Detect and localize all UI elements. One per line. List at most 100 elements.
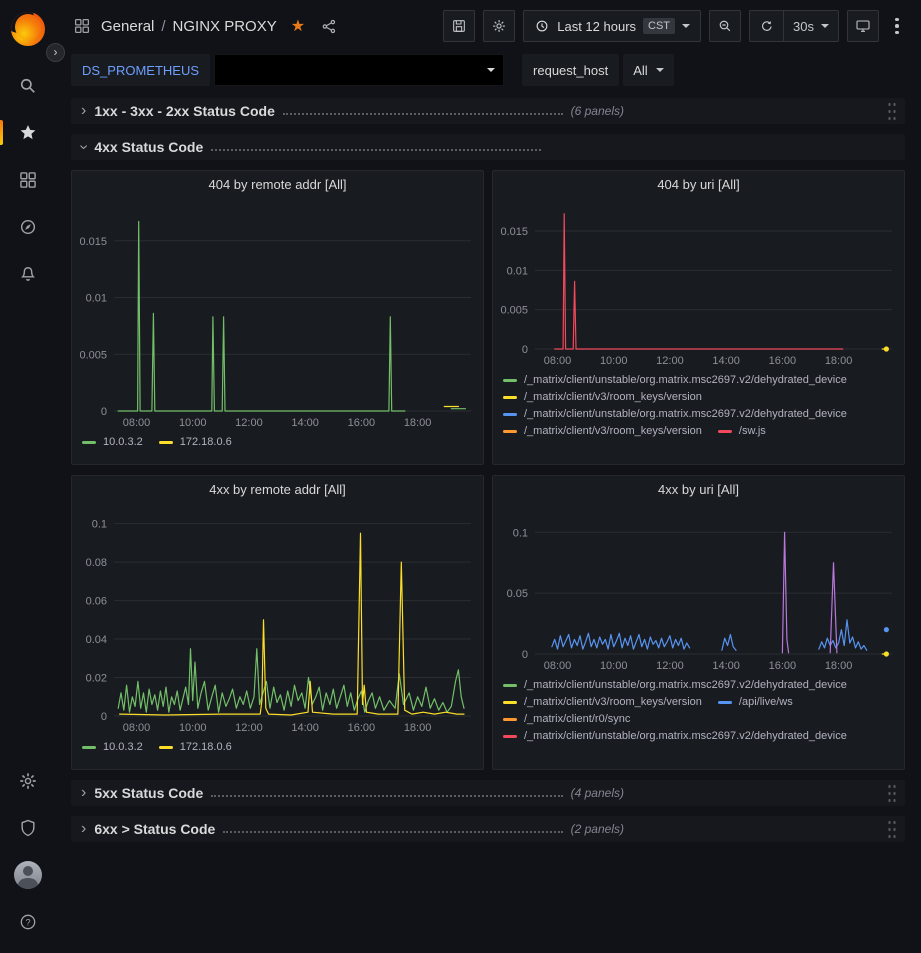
sidebar-item-search[interactable] <box>0 62 55 109</box>
legend-label: /api/live/ws <box>739 696 793 708</box>
legend-item[interactable]: /_matrix/client/unstable/org.matrix.msc2… <box>503 679 847 691</box>
request-host-variable-select[interactable]: All <box>623 54 673 86</box>
breadcrumb-section[interactable]: General <box>101 18 154 35</box>
legend-item[interactable]: /sw.js <box>718 425 766 437</box>
request-host-variable-label: request_host <box>522 54 619 86</box>
gear-icon <box>491 18 507 34</box>
sidebar-item-explore[interactable] <box>0 203 55 250</box>
legend-item[interactable]: 10.0.3.2 <box>82 436 143 448</box>
time-range-picker[interactable]: Last 12 hours CST <box>523 10 701 42</box>
svg-text:0.06: 0.06 <box>86 596 107 608</box>
panel-title[interactable]: 4xx by remote addr [All] <box>72 476 483 504</box>
svg-text:10:00: 10:00 <box>179 722 207 734</box>
kebab-menu-icon[interactable] <box>887 10 907 42</box>
legend-item[interactable]: 10.0.3.2 <box>82 741 143 753</box>
sidebar-item-profile[interactable] <box>0 851 55 898</box>
legend-item[interactable]: /_matrix/client/unstable/org.matrix.msc2… <box>503 730 847 742</box>
legend-label: /_matrix/client/unstable/org.matrix.msc2… <box>524 374 847 386</box>
dashboard-settings-button[interactable] <box>483 10 515 42</box>
panel-title[interactable]: 404 by uri [All] <box>493 171 904 199</box>
dashboard-grid-icon[interactable] <box>73 17 91 35</box>
chart-canvas[interactable]: 00.0050.010.01508:0010:0012:0014:0016:00… <box>493 199 904 369</box>
svg-text:0: 0 <box>522 344 528 356</box>
chart-area[interactable]: 00.050.108:0010:0012:0014:0016:0018:00 <box>493 504 904 674</box>
gear-icon <box>18 771 38 791</box>
svg-text:08:00: 08:00 <box>544 355 572 367</box>
legend-swatch-icon <box>159 746 173 749</box>
row-title: 6xx > Status Code <box>94 821 215 837</box>
svg-text:12:00: 12:00 <box>235 417 263 429</box>
panel-title[interactable]: 4xx by uri [All] <box>493 476 904 504</box>
chart-area[interactable]: 00.0050.010.01508:0010:0012:0014:0016:00… <box>493 199 904 369</box>
legend-item[interactable]: 172.18.0.6 <box>159 741 232 753</box>
sidebar-item-configuration[interactable] <box>0 757 55 804</box>
legend-label: 10.0.3.2 <box>103 741 143 753</box>
zoom-out-button[interactable] <box>709 10 741 42</box>
legend-label: /_matrix/client/unstable/org.matrix.msc2… <box>524 679 847 691</box>
chart-canvas[interactable]: 00.050.108:0010:0012:0014:0016:0018:00 <box>493 504 904 674</box>
row-drag-handle[interactable] <box>887 101 897 122</box>
grafana-logo-icon[interactable] <box>11 12 45 46</box>
legend-item[interactable]: 172.18.0.6 <box>159 436 232 448</box>
chevron-right-icon <box>81 821 86 837</box>
legend-swatch-icon <box>718 701 732 704</box>
svg-text:14:00: 14:00 <box>291 722 319 734</box>
legend-swatch-icon <box>503 396 517 399</box>
svg-text:08:00: 08:00 <box>123 722 151 734</box>
row-title: 5xx Status Code <box>94 785 203 801</box>
sidebar-item-help[interactable]: ? <box>0 898 55 945</box>
legend-item[interactable]: /_matrix/client/unstable/org.matrix.msc2… <box>503 374 847 386</box>
sidebar-collapse-button[interactable] <box>46 43 65 62</box>
save-dashboard-button[interactable] <box>443 10 475 42</box>
dotted-leader <box>223 831 562 833</box>
save-icon <box>451 18 467 34</box>
row-header-6xx[interactable]: 6xx > Status Code (2 panels) <box>71 816 905 842</box>
svg-text:10:00: 10:00 <box>179 417 207 429</box>
legend-item[interactable]: /_matrix/client/v3/room_keys/version <box>503 696 702 708</box>
svg-text:0.015: 0.015 <box>79 236 107 248</box>
chart-area[interactable]: 00.0050.010.01508:0010:0012:0014:0016:00… <box>72 199 483 431</box>
legend-item[interactable]: /_matrix/client/v3/room_keys/version <box>503 425 702 437</box>
row-header-5xx[interactable]: 5xx Status Code (4 panels) <box>71 780 905 806</box>
svg-text:12:00: 12:00 <box>235 722 263 734</box>
favorite-star-icon[interactable]: ★ <box>291 16 305 36</box>
breadcrumb: General / NGINX PROXY <box>101 18 277 35</box>
svg-text:08:00: 08:00 <box>123 417 151 429</box>
sidebar-item-starred[interactable] <box>0 109 55 156</box>
share-icon[interactable] <box>321 18 338 35</box>
top-navbar: General / NGINX PROXY ★ Last 12 hours CS… <box>55 0 921 52</box>
panel-404-by-uri: 404 by uri [All] 00.0050.010.01508:0010:… <box>492 170 905 465</box>
sidebar-item-dashboards[interactable] <box>0 156 55 203</box>
legend-swatch-icon <box>503 718 517 721</box>
chart-canvas[interactable]: 00.020.040.060.080.108:0010:0012:0014:00… <box>72 504 483 736</box>
legend-item[interactable]: /_matrix/client/v3/room_keys/version <box>503 391 702 403</box>
row-header-1xx-3xx-2xx[interactable]: 1xx - 3xx - 2xx Status Code (6 panels) <box>71 98 905 124</box>
tv-mode-button[interactable] <box>847 10 879 42</box>
dashboard-body: 1xx - 3xx - 2xx Status Code (6 panels) 4… <box>55 92 921 953</box>
panel-grid: 404 by remote addr [All] 00.0050.010.015… <box>71 170 905 770</box>
refresh-interval-value: 30s <box>793 19 814 34</box>
svg-text:16:00: 16:00 <box>769 355 797 367</box>
legend-item[interactable]: /_matrix/client/unstable/org.matrix.msc2… <box>503 408 847 420</box>
svg-text:18:00: 18:00 <box>825 660 853 672</box>
legend-item[interactable]: /_matrix/client/r0/sync <box>503 713 630 725</box>
svg-text:0.05: 0.05 <box>507 588 528 600</box>
sidebar-item-server-admin[interactable] <box>0 804 55 851</box>
chart-canvas[interactable]: 00.0050.010.01508:0010:0012:0014:0016:00… <box>72 199 483 431</box>
refresh-button[interactable] <box>750 11 783 41</box>
legend-item[interactable]: /api/live/ws <box>718 696 793 708</box>
refresh-interval-dropdown[interactable]: 30s <box>784 11 838 41</box>
datasource-variable-select[interactable] <box>214 54 504 86</box>
row-drag-handle[interactable] <box>887 783 897 804</box>
row-header-4xx[interactable]: 4xx Status Code <box>71 134 905 160</box>
tv-icon <box>855 18 871 34</box>
svg-text:18:00: 18:00 <box>404 722 432 734</box>
page-title[interactable]: NGINX PROXY <box>173 18 277 35</box>
sidebar-item-alerting[interactable] <box>0 250 55 297</box>
row-drag-handle[interactable] <box>887 819 897 840</box>
chart-area[interactable]: 00.020.040.060.080.108:0010:0012:0014:00… <box>72 504 483 736</box>
panel-4xx-by-remote-addr: 4xx by remote addr [All] 00.020.040.060.… <box>71 475 484 770</box>
dotted-leader <box>211 795 562 797</box>
navbar-actions: Last 12 hours CST 30s <box>443 10 907 42</box>
panel-title[interactable]: 404 by remote addr [All] <box>72 171 483 199</box>
